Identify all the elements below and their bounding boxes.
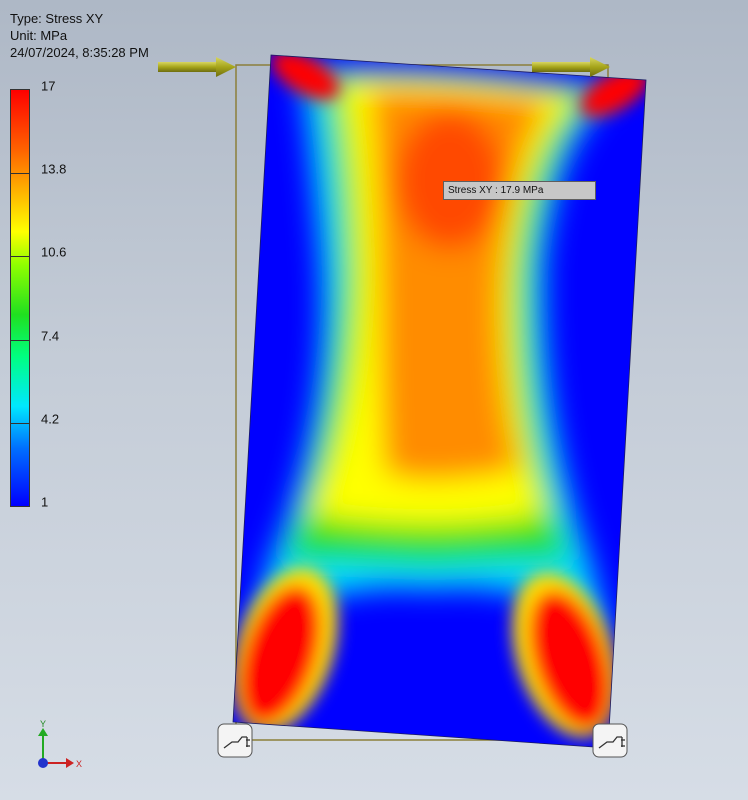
color-legend[interactable]: 17 13.8 10.6 7.4 4.2 1 xyxy=(10,79,90,516)
triad-y-label: Y xyxy=(40,720,46,729)
legend-label-max: 17 xyxy=(41,78,56,94)
result-type: Type: Stress XY xyxy=(10,11,104,26)
legend-tick xyxy=(10,173,30,174)
graphics-viewport[interactable]: Type: Stress XY Unit: MPa 24/07/2024, 8:… xyxy=(0,0,748,800)
result-timestamp: 24/07/2024, 8:35:28 PM xyxy=(10,45,149,60)
legend-label: 10.6 xyxy=(41,244,67,260)
legend-label-min: 1 xyxy=(41,494,49,510)
result-info: Type: Stress XY Unit: MPa 24/07/2024, 8:… xyxy=(10,10,149,61)
legend-label: 13.8 xyxy=(41,161,67,177)
legend-tick xyxy=(10,340,30,341)
color-scale-bar xyxy=(10,89,30,507)
legend-label: 4.2 xyxy=(41,411,60,427)
fixed-constraint-icon[interactable] xyxy=(217,723,253,758)
model-view[interactable] xyxy=(0,0,748,800)
legend-tick xyxy=(10,423,30,424)
stress-contour-plot[interactable] xyxy=(213,40,657,750)
legend-label: 7.4 xyxy=(41,328,60,344)
arrow-right-icon[interactable] xyxy=(158,57,236,77)
coordinate-triad-icon[interactable]: Y X xyxy=(30,720,90,780)
fixed-constraint-icon[interactable] xyxy=(592,723,628,758)
result-unit: Unit: MPa xyxy=(10,28,68,43)
legend-tick xyxy=(10,256,30,257)
probe-label[interactable]: Stress XY : 17.9 MPa xyxy=(443,181,596,200)
triad-x-label: X xyxy=(76,759,82,769)
